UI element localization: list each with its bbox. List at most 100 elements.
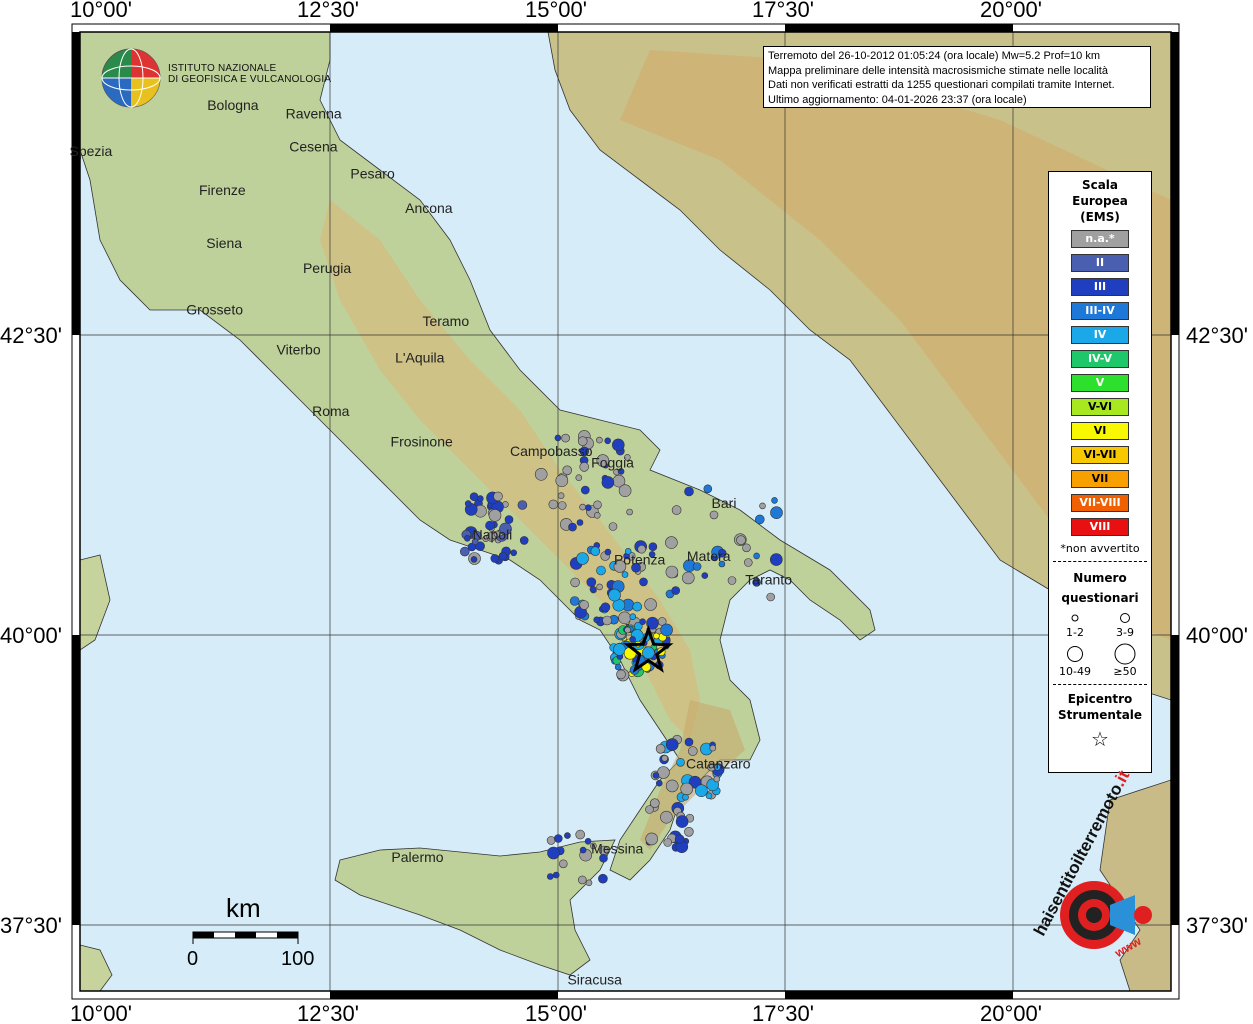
observation-point xyxy=(736,535,746,546)
observation-point xyxy=(727,576,737,585)
city-label: Viterbo xyxy=(277,341,321,357)
observation-point xyxy=(488,509,502,522)
legend-item: II xyxy=(1071,254,1129,272)
lon-label: 20°00' xyxy=(980,1001,1042,1024)
lon-labels-top: 10°00' 12°30' 15°00' 17°30' 20°00' xyxy=(70,0,1042,22)
city-label: Napoli xyxy=(473,527,513,543)
legend-item: VII xyxy=(1071,470,1129,488)
observation-point xyxy=(586,577,597,588)
observation-point xyxy=(754,514,765,525)
legend-item: VIII xyxy=(1071,518,1129,536)
observation-point xyxy=(557,501,567,510)
logo-line2: DI GEOFISICA E VULCANOLOGIA xyxy=(168,74,332,85)
ingv-logo-icon xyxy=(101,48,161,108)
observation-point xyxy=(476,495,484,502)
observation-point xyxy=(569,596,580,606)
size-label: 1-2 xyxy=(1066,626,1084,639)
size-label: ≥50 xyxy=(1113,665,1137,678)
observation-point xyxy=(564,832,571,839)
observation-point xyxy=(665,565,679,579)
observation-point xyxy=(547,846,560,860)
observation-point xyxy=(576,552,589,565)
star-icon: ☆ xyxy=(1091,727,1109,751)
observation-point xyxy=(470,556,478,563)
observation-point xyxy=(648,542,658,552)
size-circle-10-49 xyxy=(1067,646,1083,662)
observation-point xyxy=(655,779,663,787)
legend-items: n.a.* II III III-IV IV IV-V V V-VI VI VI-VII VII VI… xyxy=(1049,230,1151,536)
city-label: Foggia xyxy=(591,455,634,471)
observation-point xyxy=(713,775,721,783)
observation-point xyxy=(703,484,713,494)
observation-point xyxy=(645,805,654,814)
questionnaire-title-line1: Numero xyxy=(1073,571,1127,585)
observation-point xyxy=(680,782,694,796)
legend-divider xyxy=(1053,561,1147,562)
legend-item: III xyxy=(1071,278,1129,296)
city-label: Ancona xyxy=(405,200,453,216)
observation-point xyxy=(504,515,514,524)
city-label: Palermo xyxy=(391,849,443,865)
lat-label: 37°30' xyxy=(1186,913,1248,938)
observation-point xyxy=(701,572,709,579)
observation-point xyxy=(589,585,597,593)
observation-point xyxy=(661,754,669,762)
observation-point xyxy=(676,757,685,767)
city-label: Catanzaro xyxy=(686,756,751,772)
size-circle-50 xyxy=(1114,643,1136,665)
observation-point xyxy=(644,598,657,611)
observation-point xyxy=(601,476,615,489)
observation-point xyxy=(459,546,470,557)
city-label: Pesaro xyxy=(350,166,395,182)
scale-unit: km xyxy=(226,893,261,923)
lon-labels-bottom: 10°00' 12°30' 15°00' 17°30' 20°00' xyxy=(70,1001,1042,1024)
observation-point xyxy=(498,551,508,561)
observation-point xyxy=(554,434,562,442)
event-info-box: Terremoto del 26-10-2012 01:05:24 (ora l… xyxy=(763,46,1151,108)
observation-point xyxy=(546,836,556,845)
observation-point xyxy=(608,588,621,602)
observation-point xyxy=(639,618,646,626)
observation-point xyxy=(585,879,593,887)
observation-point xyxy=(548,499,559,510)
observation-point xyxy=(576,519,584,526)
observation-point xyxy=(553,834,563,843)
observation-point xyxy=(629,636,636,643)
observation-point xyxy=(593,500,602,510)
legend-note: *non avvertito xyxy=(1060,542,1140,555)
questionnaire-title-line2: questionari xyxy=(1061,591,1139,605)
observation-point xyxy=(575,474,583,482)
observation-point xyxy=(555,474,569,488)
observation-point xyxy=(665,779,679,793)
city-label: L'Aquila xyxy=(395,350,445,366)
legend-item: VI xyxy=(1071,422,1129,440)
ingv-logo-text: ISTITUTO NAZIONALE DI GEOFISICA E VULCAN… xyxy=(168,63,331,85)
observation-point xyxy=(608,522,618,531)
observation-point xyxy=(463,534,471,542)
lon-label: 12°30' xyxy=(297,1001,359,1024)
logo-line1: ISTITUTO NAZIONALE xyxy=(168,63,277,74)
observation-point xyxy=(681,571,695,585)
city-label: Spezia xyxy=(69,143,112,159)
observation-point xyxy=(743,558,753,567)
observation-point xyxy=(645,832,659,846)
observation-point xyxy=(624,626,631,634)
observation-point xyxy=(602,615,612,626)
observation-point xyxy=(684,826,694,837)
epicenter-title-line1: Epicentro xyxy=(1067,692,1133,706)
legend-item: VI-VII xyxy=(1071,446,1129,464)
observation-point xyxy=(579,846,587,854)
observation-point xyxy=(596,436,603,444)
scale-start: 0 xyxy=(187,948,199,970)
info-line4: Ultimo aggiornamento: 04-01-2026 23:37 (… xyxy=(768,93,1027,106)
observation-point xyxy=(596,583,603,591)
observation-point xyxy=(629,613,637,621)
observation-point xyxy=(657,766,670,779)
epicenter-title: Epicentro Strumentale xyxy=(1049,691,1151,723)
lat-label: 37°30' xyxy=(0,913,62,938)
lon-label: 12°30' xyxy=(297,0,359,22)
legend-title-line2: Europea xyxy=(1072,194,1128,208)
city-label: Taranto xyxy=(745,572,792,588)
observation-point xyxy=(557,492,565,500)
city-label: Siena xyxy=(206,235,242,251)
